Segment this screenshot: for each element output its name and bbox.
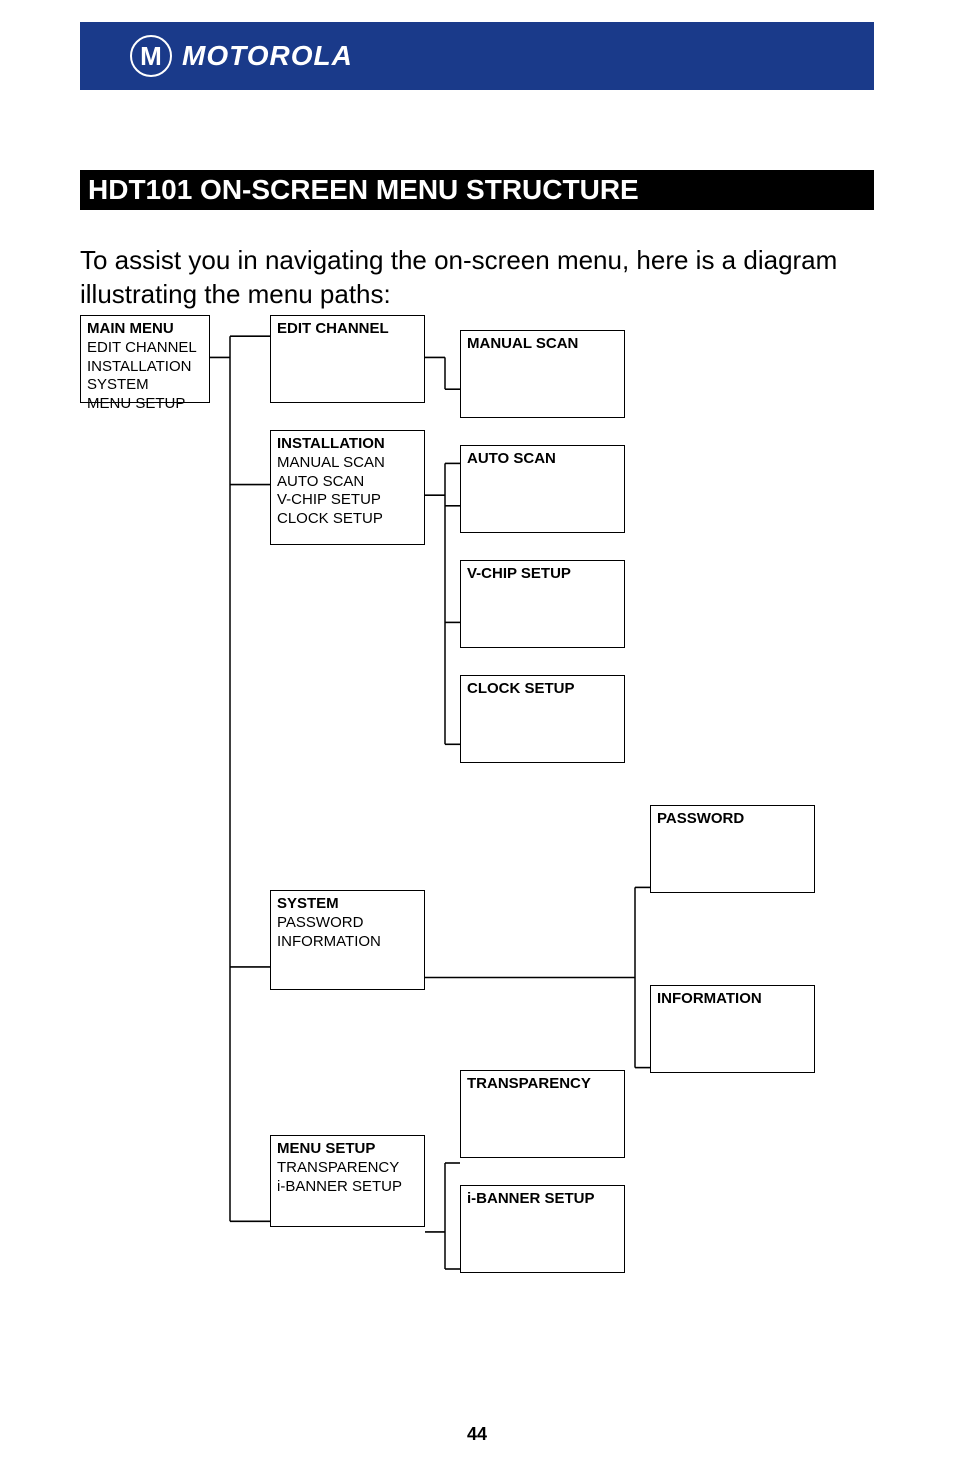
box-item: SYSTEM (87, 376, 203, 395)
box-title: TRANSPARENCY (467, 1075, 618, 1094)
box-title: INSTALLATION (277, 435, 418, 454)
box-item: MENU SETUP (87, 395, 203, 414)
box-title: V-CHIP SETUP (467, 565, 618, 584)
box-auto-scan: AUTO SCAN (460, 445, 625, 533)
box-item: MANUAL SCAN (277, 454, 418, 473)
header-bar: M MOTOROLA (80, 22, 874, 90)
box-ibanner-setup: i-BANNER SETUP (460, 1185, 625, 1273)
box-item: EDIT CHANNEL (87, 339, 203, 358)
box-edit-channel: EDIT CHANNEL (270, 315, 425, 403)
box-title: i-BANNER SETUP (467, 1190, 618, 1209)
box-item: i-BANNER SETUP (277, 1178, 418, 1197)
box-title: INFORMATION (657, 990, 808, 1009)
intro-paragraph: To assist you in navigating the on-scree… (80, 244, 874, 312)
brand-logo: M MOTOROLA (130, 35, 353, 77)
page-number: 44 (467, 1424, 487, 1445)
box-item: INFORMATION (277, 933, 418, 952)
box-item: V-CHIP SETUP (277, 491, 418, 510)
logo-circle-icon: M (130, 35, 172, 77)
box-title: EDIT CHANNEL (277, 320, 418, 339)
box-main-menu: MAIN MENU EDIT CHANNEL INSTALLATION SYST… (80, 315, 210, 403)
box-menu-setup: MENU SETUP TRANSPARENCY i-BANNER SETUP (270, 1135, 425, 1227)
box-installation: INSTALLATION MANUAL SCAN AUTO SCAN V-CHI… (270, 430, 425, 545)
box-title: MANUAL SCAN (467, 335, 618, 354)
brand-text: MOTOROLA (182, 40, 353, 72)
box-clock-setup: CLOCK SETUP (460, 675, 625, 763)
box-item: PASSWORD (277, 914, 418, 933)
box-item: AUTO SCAN (277, 473, 418, 492)
box-system: SYSTEM PASSWORD INFORMATION (270, 890, 425, 990)
box-title: AUTO SCAN (467, 450, 618, 469)
box-information: INFORMATION (650, 985, 815, 1073)
section-title: HDT101 ON-SCREEN MENU STRUCTURE (80, 170, 874, 210)
box-title: MAIN MENU (87, 320, 203, 339)
box-title: SYSTEM (277, 895, 418, 914)
box-item: INSTALLATION (87, 358, 203, 377)
box-title: CLOCK SETUP (467, 680, 618, 699)
box-vchip-setup: V-CHIP SETUP (460, 560, 625, 648)
logo-letter: M (140, 41, 162, 72)
box-password: PASSWORD (650, 805, 815, 893)
box-transparency: TRANSPARENCY (460, 1070, 625, 1158)
box-item: CLOCK SETUP (277, 510, 418, 529)
box-title: PASSWORD (657, 810, 808, 829)
box-manual-scan: MANUAL SCAN (460, 330, 625, 418)
box-item: TRANSPARENCY (277, 1159, 418, 1178)
box-title: MENU SETUP (277, 1140, 418, 1159)
menu-diagram: MAIN MENU EDIT CHANNEL INSTALLATION SYST… (80, 315, 874, 1375)
